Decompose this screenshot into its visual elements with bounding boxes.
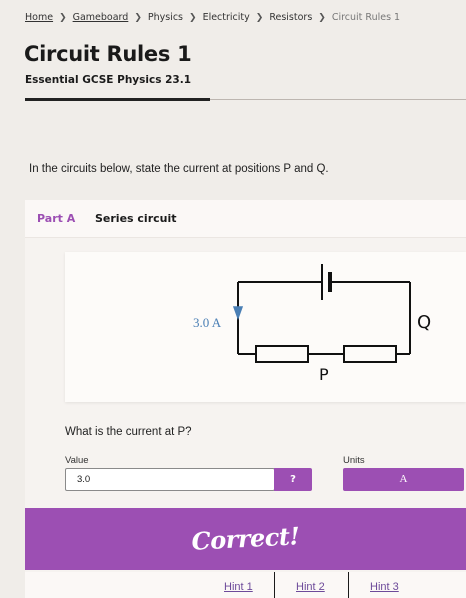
- breadcrumb-current: Circuit Rules 1: [331, 12, 401, 23]
- breadcrumb-gameboard[interactable]: Gameboard: [73, 12, 129, 23]
- correct-feedback-text: Correct!: [190, 521, 301, 556]
- circuit-diagram: 3.0 A P Q: [193, 264, 431, 384]
- chevron-right-icon: ❯: [318, 12, 326, 23]
- position-q-label: Q: [417, 312, 431, 333]
- sub-question: What is the current at P?: [65, 426, 192, 438]
- breadcrumb-resistors: Resistors: [269, 12, 313, 23]
- question-part-card: Part A Series circuit 3.0 A P Q What is …: [25, 200, 466, 598]
- breadcrumb-electricity: Electricity: [202, 12, 250, 23]
- page-title: Circuit Rules 1: [24, 42, 192, 66]
- correct-feedback-banner: Correct!: [25, 508, 466, 570]
- chevron-right-icon: ❯: [59, 12, 67, 23]
- breadcrumb-physics: Physics: [147, 12, 184, 23]
- hint-2-link[interactable]: Hint 2: [296, 581, 325, 593]
- hint-divider: [274, 572, 275, 598]
- resistor-1: [255, 345, 309, 363]
- current-label: 3.0 A: [193, 315, 222, 330]
- position-p-label: P: [319, 365, 329, 384]
- title-divider-accent: [25, 98, 210, 101]
- part-title: Series circuit: [95, 212, 177, 225]
- part-header[interactable]: Part A Series circuit: [25, 200, 466, 238]
- hint-3-link[interactable]: Hint 3: [370, 581, 399, 593]
- value-label: Value: [65, 455, 89, 466]
- question-intro: In the circuits below, state the current…: [29, 163, 329, 175]
- breadcrumb-home[interactable]: Home: [25, 12, 53, 23]
- value-help-button[interactable]: ?: [274, 468, 312, 491]
- units-select[interactable]: A: [343, 468, 464, 491]
- part-label: Part A: [37, 212, 76, 225]
- resistor-2: [343, 345, 397, 363]
- breadcrumb: Home ❯ Gameboard ❯ Physics ❯ Electricity…: [25, 12, 400, 23]
- units-label: Units: [343, 455, 365, 466]
- hint-1-link[interactable]: Hint 1: [224, 581, 253, 593]
- circuit-figure: 3.0 A P Q: [65, 252, 466, 402]
- chevron-right-icon: ❯: [189, 12, 197, 23]
- page-subtitle: Essential GCSE Physics 23.1: [25, 74, 192, 86]
- hints-bar: Hint 1 Hint 2 Hint 3: [25, 572, 466, 598]
- chevron-right-icon: ❯: [255, 12, 264, 23]
- hint-divider: [348, 572, 349, 598]
- value-input[interactable]: 3.0: [65, 468, 275, 491]
- chevron-right-icon: ❯: [134, 12, 142, 23]
- current-arrow-icon: [232, 306, 244, 321]
